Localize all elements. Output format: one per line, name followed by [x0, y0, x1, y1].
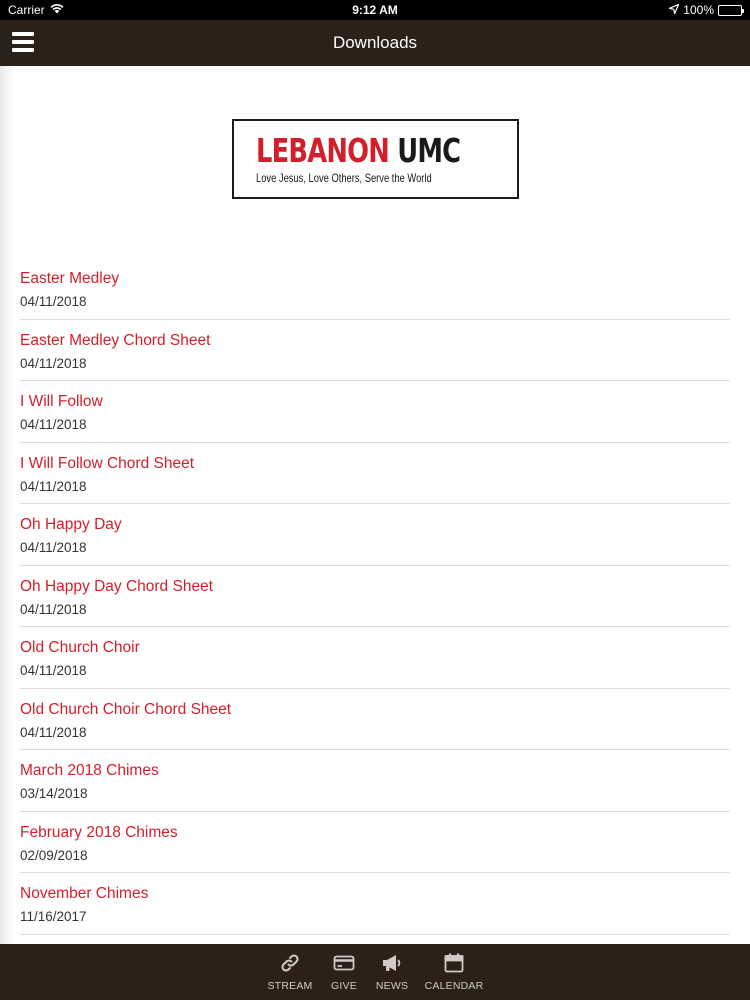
download-title[interactable]: Oh Happy Day: [20, 516, 730, 534]
download-title[interactable]: Easter Medley Chord Sheet: [20, 332, 730, 350]
download-item[interactable]: I Will Follow Chord Sheet 04/11/2018: [20, 443, 730, 504]
page-title: Downloads: [332, 33, 418, 52]
download-date: 04/11/2018: [20, 417, 87, 432]
logo-name: LEBANON UMC: [256, 131, 461, 170]
status-right: 100%: [669, 3, 744, 17]
status-bar: Carrier 9:12 AM 100%: [0, 0, 750, 20]
download-list: Easter Medley 04/11/2018 Easter Medley Cho…: [0, 258, 750, 935]
carrier-label: Carrier: [8, 3, 45, 17]
download-date: 04/11/2018: [20, 601, 87, 617]
tab-calendar-label: CALENDAR: [424, 980, 484, 992]
download-item[interactable]: I Will Follow 04/11/2018: [20, 381, 730, 443]
tab-news[interactable]: NEWS: [368, 944, 416, 992]
status-left: Carrier: [8, 3, 64, 17]
download-date: 11/16/2017: [20, 909, 87, 924]
download-date: 04/11/2018: [20, 478, 87, 494]
logo-area: LEBANON UMC Love Jesus, Love Others, Ser…: [0, 66, 750, 258]
download-title[interactable]: I Will Follow Chord Sheet: [20, 455, 730, 473]
downloads-content[interactable]: LEBANON UMC Love Jesus, Love Others, Ser…: [0, 66, 750, 944]
download-date: 03/14/2018: [20, 786, 88, 801]
logo-name-red: LEBANON: [256, 131, 390, 170]
download-item[interactable]: February 2018 Chimes 02/09/2018: [20, 812, 730, 873]
logo-tagline: Love Jesus, Love Others, Serve the World: [256, 171, 432, 185]
tab-give[interactable]: GIVE: [320, 944, 368, 992]
status-time: 9:12 AM: [352, 3, 398, 17]
battery-percent: 100%: [683, 3, 714, 17]
tab-stream[interactable]: STREAM: [266, 944, 314, 992]
download-item[interactable]: November Chimes 11/16/2017: [20, 873, 730, 935]
download-title[interactable]: Oh Happy Day Chord Sheet: [20, 578, 730, 596]
tab-stream-label: STREAM: [267, 980, 313, 992]
tab-bar: STREAM GIVE NEWS CALENDAR: [0, 944, 750, 1000]
download-item[interactable]: Easter Medley Chord Sheet 04/11/2018: [20, 320, 730, 381]
wifi-icon: [50, 3, 64, 17]
download-item[interactable]: Oh Happy Day 04/11/2018: [20, 504, 730, 566]
download-title[interactable]: November Chimes: [20, 885, 730, 903]
battery-icon: [718, 4, 744, 16]
download-date: 04/11/2018: [20, 724, 87, 740]
download-date: 04/11/2018: [20, 663, 87, 678]
link-icon: [279, 952, 301, 974]
nav-bar: Downloads: [0, 20, 750, 66]
church-logo: LEBANON UMC Love Jesus, Love Others, Ser…: [232, 119, 519, 199]
download-date: 02/09/2018: [20, 847, 88, 863]
download-date: 04/11/2018: [20, 540, 87, 555]
logo-text: LEBANON UMC Love Jesus, Love Others, Ser…: [256, 131, 518, 186]
tab-calendar[interactable]: CALENDAR: [424, 944, 484, 992]
download-title[interactable]: Old Church Choir Chord Sheet: [20, 701, 730, 719]
credit-card-icon: [333, 952, 355, 974]
download-item[interactable]: Old Church Choir 04/11/2018: [20, 627, 730, 689]
download-item[interactable]: March 2018 Chimes 03/14/2018: [20, 750, 730, 812]
location-arrow-icon: [669, 3, 680, 17]
download-title[interactable]: March 2018 Chimes: [20, 762, 730, 780]
download-item[interactable]: Easter Medley 04/11/2018: [20, 258, 730, 320]
calendar-icon: [443, 952, 465, 974]
tab-news-label: NEWS: [375, 980, 409, 992]
download-item[interactable]: Oh Happy Day Chord Sheet 04/11/2018: [20, 566, 730, 627]
download-date: 04/11/2018: [20, 294, 87, 309]
download-date: 04/11/2018: [20, 355, 87, 371]
download-title[interactable]: Old Church Choir: [20, 639, 730, 657]
download-item[interactable]: Old Church Choir Chord Sheet 04/11/2018: [20, 689, 730, 750]
download-title[interactable]: I Will Follow: [20, 393, 730, 411]
download-title[interactable]: February 2018 Chimes: [20, 824, 730, 842]
megaphone-icon: [381, 952, 403, 974]
logo-name-black: UMC: [397, 131, 461, 170]
download-title[interactable]: Easter Medley: [20, 270, 730, 288]
tab-give-label: GIVE: [331, 980, 357, 992]
hamburger-menu-icon[interactable]: [12, 32, 34, 52]
